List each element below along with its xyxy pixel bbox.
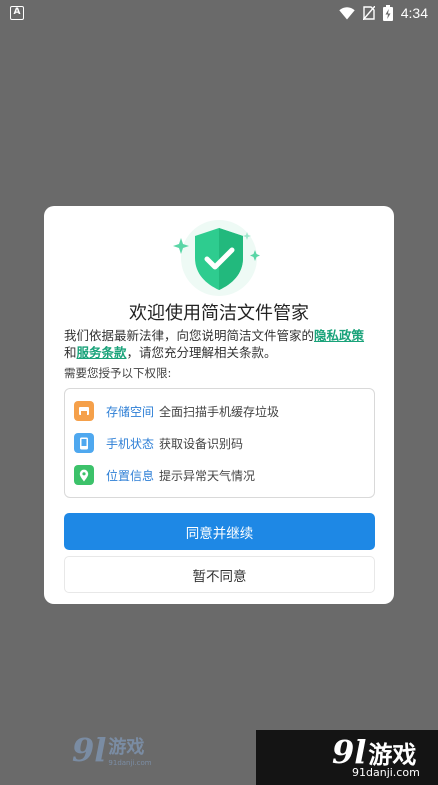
watermark-text: 游戏 — [290, 460, 325, 481]
watermark-logo: 9l 游戏 91danji.com — [256, 454, 333, 490]
shield-illustration — [44, 214, 394, 298]
intro-prefix: 我们依据最新法律，向您说明简洁文件管家的 — [64, 328, 315, 343]
permission-location: 位置信息 提示异常天气情况 — [74, 464, 255, 486]
shield-check-icon — [173, 220, 260, 296]
clock: 4:34 — [400, 5, 428, 21]
status-bar: A 4:34 — [0, 0, 438, 26]
permission-desc: 提示异常天气情况 — [159, 468, 256, 483]
permission-desc: 获取设备识别码 — [159, 436, 244, 451]
wifi-icon — [339, 6, 355, 19]
watermark-logo-bottom-left: 9l 游戏 91danji.com — [72, 730, 152, 770]
intro-text: 我们依据最新法律，向您说明简洁文件管家的隐私政策和服务条款，请您充分理解相关条款… — [64, 327, 374, 361]
watermark-banner: 9l 游戏 91danji.com — [256, 730, 438, 785]
watermark-text: 游戏 — [368, 741, 417, 769]
no-sim-icon — [362, 6, 375, 20]
disagree-button[interactable]: 暂不同意 — [64, 556, 375, 593]
permission-phone-state: 手机状态 获取设备识别码 — [74, 432, 243, 454]
watermark-domain: 91danji.com — [352, 766, 420, 779]
battery-charging-icon — [382, 5, 393, 21]
permission-name: 手机状态 — [106, 436, 155, 451]
storage-icon — [74, 401, 94, 421]
permission-name: 存储空间 — [106, 404, 155, 419]
terms-of-service-link[interactable]: 服务条款 — [77, 345, 127, 360]
intro-suffix: ，请您充分理解相关条款。 — [126, 345, 277, 360]
notification-app-icon: A — [10, 6, 24, 20]
permissions-hint: 需要您授予以下权限: — [64, 366, 172, 380]
privacy-policy-link[interactable]: 隐私政策 — [314, 328, 364, 343]
watermark-domain: 91danji.com — [290, 480, 334, 489]
watermark-number: 9l — [72, 731, 107, 769]
location-icon — [74, 465, 94, 485]
watermark-domain: 91danji.com — [108, 759, 152, 767]
permission-desc: 全面扫描手机缓存垃圾 — [159, 404, 280, 419]
permission-name: 位置信息 — [106, 468, 155, 483]
watermark-number: 9l — [256, 454, 289, 490]
dialog-title: 欢迎使用简洁文件管家 — [129, 303, 309, 324]
privacy-dialog: 欢迎使用简洁文件管家 我们依据最新法律，向您说明简洁文件管家的隐私政策和服务条款… — [44, 206, 394, 604]
permission-storage: 存储空间 全面扫描手机缓存垃圾 — [74, 400, 279, 422]
watermark-text: 游戏 — [108, 737, 145, 758]
phone-icon — [74, 433, 94, 453]
agree-continue-button[interactable]: 同意并继续 — [64, 513, 375, 550]
intro-and: 和 — [64, 345, 77, 360]
